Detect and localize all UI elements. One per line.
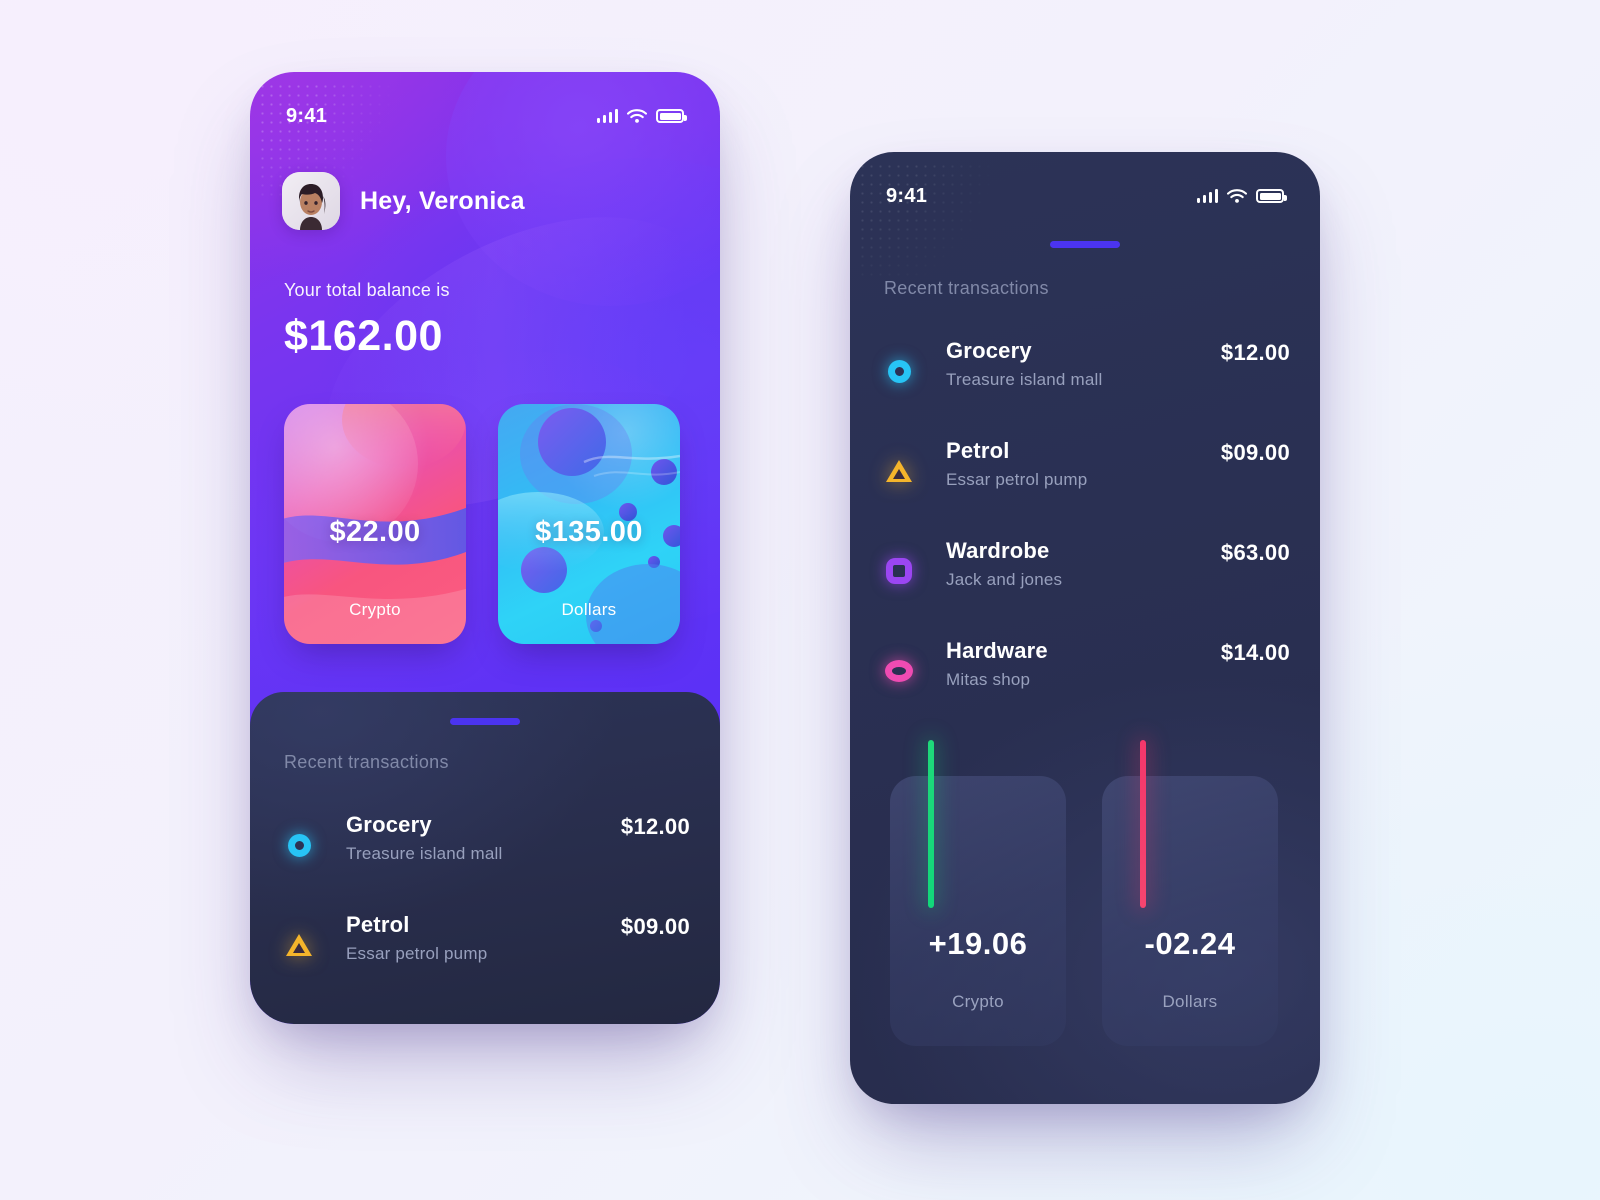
transaction-title: Wardrobe bbox=[946, 538, 1050, 563]
ring-icon bbox=[284, 830, 314, 860]
table-row[interactable]: Grocery Treasure island mall $12.00 bbox=[284, 812, 690, 876]
table-row[interactable]: Petrol Essar petrol pump $09.00 bbox=[284, 912, 690, 976]
square-icon bbox=[884, 556, 914, 586]
ellipse-icon bbox=[884, 656, 914, 686]
drag-handle[interactable] bbox=[1050, 241, 1120, 248]
battery-icon bbox=[1256, 189, 1287, 203]
transaction-amount: $63.00 bbox=[1220, 540, 1290, 565]
transaction-amount: $14.00 bbox=[1220, 640, 1290, 665]
transaction-title: Grocery bbox=[946, 338, 1032, 363]
signal-icon bbox=[1196, 189, 1218, 203]
transaction-subtitle: Treasure island mall bbox=[346, 844, 503, 863]
status-time: 9:41 bbox=[886, 184, 928, 207]
triangle-icon bbox=[284, 930, 314, 960]
transaction-title: Petrol bbox=[946, 438, 1010, 463]
avatar-image bbox=[282, 172, 340, 230]
status-bar: 9:41 bbox=[250, 102, 720, 130]
crypto-change-value: +19.06 bbox=[928, 926, 1028, 961]
home-screen-phone: 9:41 Hey, Veronica Your total balance is… bbox=[250, 72, 720, 1024]
crypto-change-label: Crypto bbox=[952, 992, 1004, 1011]
avatar[interactable] bbox=[282, 172, 340, 230]
table-row[interactable]: Hardware Mitas shop $14.00 bbox=[884, 638, 1290, 702]
drag-handle[interactable] bbox=[450, 718, 520, 725]
signal-icon bbox=[596, 109, 618, 123]
table-row[interactable]: Grocery Treasure island mall $12.00 bbox=[884, 338, 1290, 402]
recent-transactions-sheet: Recent transactions Grocery Treasure isl… bbox=[250, 692, 720, 1024]
status-icon-group bbox=[596, 108, 687, 124]
section-title-recent-transactions: Recent transactions bbox=[284, 752, 449, 772]
status-time: 9:41 bbox=[286, 104, 328, 127]
transaction-amount: $09.00 bbox=[620, 914, 690, 939]
crypto-trend-bar bbox=[928, 740, 934, 908]
wifi-icon bbox=[1226, 188, 1248, 204]
wifi-icon bbox=[626, 108, 648, 124]
dollars-change-value: -02.24 bbox=[1144, 926, 1236, 961]
transaction-amount: $09.00 bbox=[1220, 440, 1290, 465]
table-row[interactable]: Wardrobe Jack and jones $63.00 bbox=[884, 538, 1290, 602]
wallet-card-crypto[interactable]: $22.00 Crypto bbox=[284, 404, 466, 644]
transaction-subtitle: Mitas shop bbox=[946, 670, 1031, 689]
greeting-text: Hey, Veronica bbox=[360, 186, 525, 215]
wallet-card-dollars[interactable]: $135.00 Dollars bbox=[498, 404, 680, 644]
transaction-amount: $12.00 bbox=[620, 814, 690, 839]
transaction-title: Grocery bbox=[346, 812, 432, 837]
balance-value: $162.00 bbox=[284, 312, 443, 360]
transaction-amount: $12.00 bbox=[1220, 340, 1290, 365]
transactions-screen-phone: 9:41 Recent transactions Grocery Treasur… bbox=[850, 152, 1320, 1104]
triangle-icon bbox=[884, 456, 914, 486]
transaction-subtitle: Essar petrol pump bbox=[346, 944, 488, 963]
table-row[interactable]: Petrol Essar petrol pump $09.00 bbox=[884, 438, 1290, 502]
transaction-title: Hardware bbox=[946, 638, 1048, 663]
status-icon-group bbox=[1196, 188, 1287, 204]
dollars-card-amount: $135.00 bbox=[535, 516, 643, 548]
dollars-change-label: Dollars bbox=[1162, 992, 1218, 1011]
crypto-card-amount: $22.00 bbox=[329, 516, 421, 548]
transaction-subtitle: Treasure island mall bbox=[946, 370, 1103, 389]
greeting-row: Hey, Veronica bbox=[282, 172, 525, 230]
transaction-title: Petrol bbox=[346, 912, 410, 937]
balance-label: Your total balance is bbox=[284, 280, 450, 300]
dollars-card-label: Dollars bbox=[561, 600, 617, 619]
stat-card-dollars[interactable]: -02.24 Dollars bbox=[1102, 740, 1278, 1046]
status-bar: 9:41 bbox=[850, 182, 1320, 210]
stat-card-crypto[interactable]: +19.06 Crypto bbox=[890, 740, 1066, 1046]
decorative-dot-grid bbox=[858, 162, 1008, 282]
ring-icon bbox=[884, 356, 914, 386]
dollars-trend-bar bbox=[1140, 740, 1146, 908]
app-mockup-stage: 9:41 Hey, Veronica Your total balance is… bbox=[0, 0, 1600, 1200]
crypto-card-label: Crypto bbox=[349, 600, 401, 619]
battery-icon bbox=[656, 109, 687, 123]
transaction-subtitle: Essar petrol pump bbox=[946, 470, 1088, 489]
section-title-recent-transactions: Recent transactions bbox=[884, 278, 1049, 298]
transaction-subtitle: Jack and jones bbox=[946, 570, 1063, 589]
